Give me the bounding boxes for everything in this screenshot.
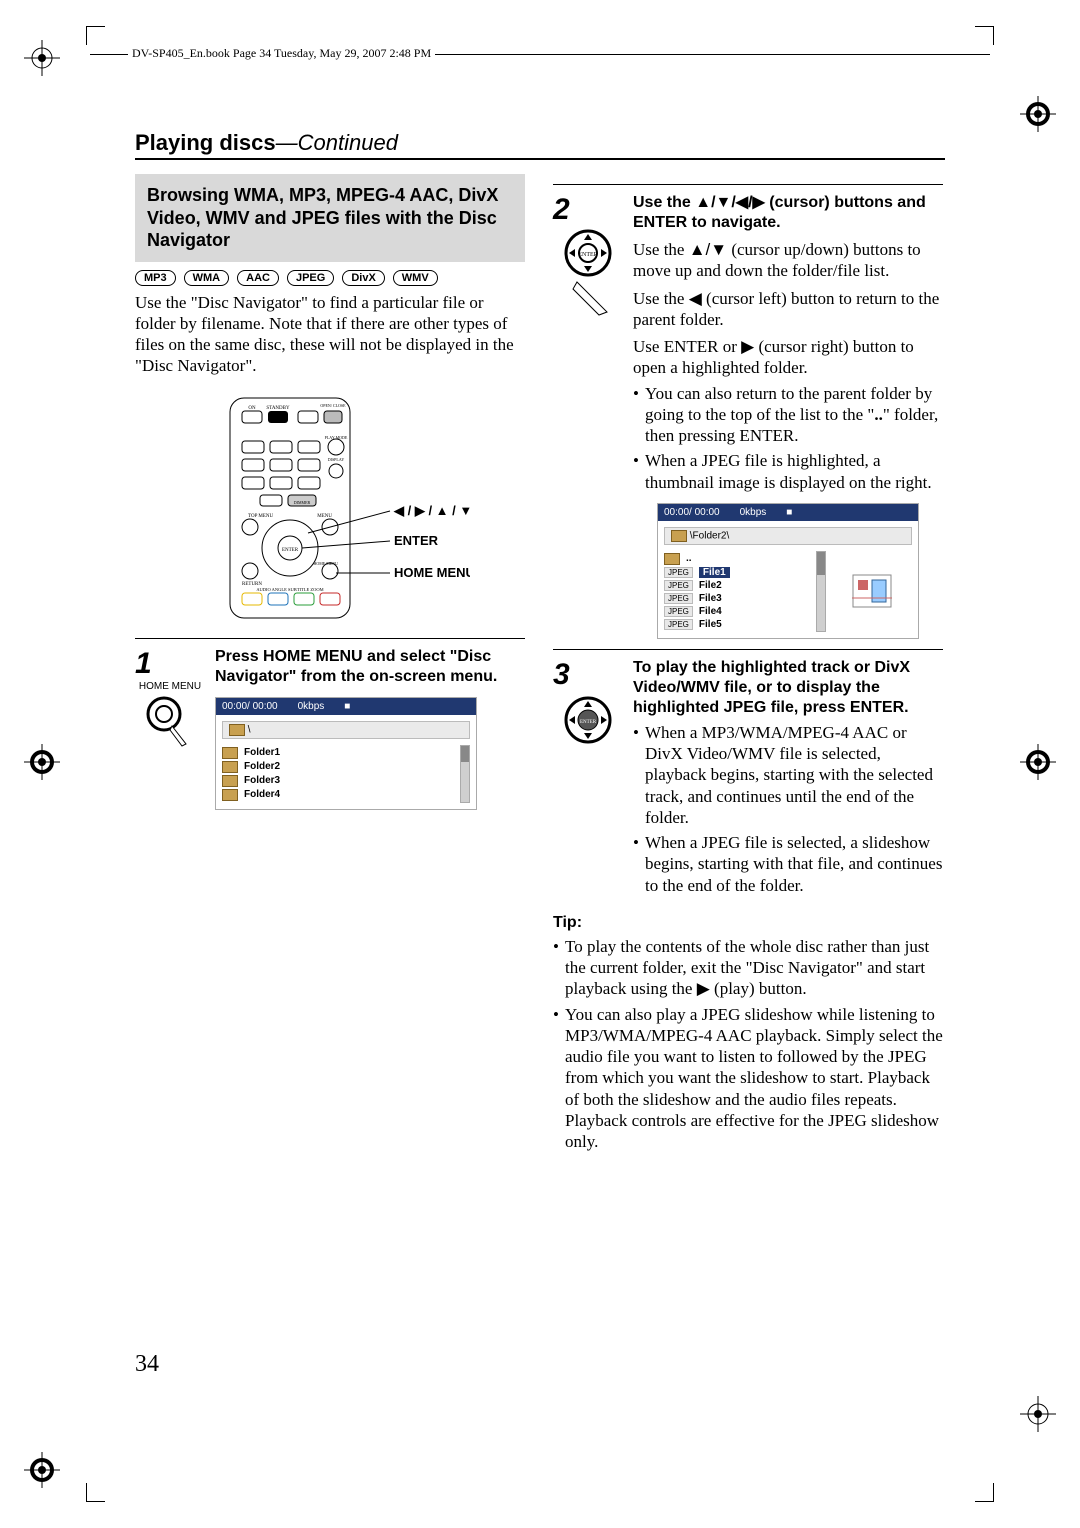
step-2-p3: Use ENTER or ▶ (cursor right) button to … bbox=[633, 336, 943, 379]
panel1-state: ■ bbox=[344, 701, 350, 712]
badge-divx: DivX bbox=[342, 270, 384, 286]
badge-aac: AAC bbox=[237, 270, 279, 286]
panel1-item: Folder1 bbox=[244, 747, 280, 758]
panel2-time: 00:00/ 00:00 bbox=[664, 507, 720, 518]
folder-icon bbox=[222, 747, 238, 759]
panel1-item: Folder4 bbox=[244, 789, 280, 800]
badge-jpeg: JPEG bbox=[287, 270, 334, 286]
step-2-number: 2 bbox=[553, 193, 593, 227]
folder-icon bbox=[222, 775, 238, 787]
intro-paragraph: Use the "Disc Navigator" to find a parti… bbox=[135, 292, 525, 377]
panel2-crumb: \Folder2\ bbox=[690, 530, 729, 541]
folder-icon bbox=[671, 530, 687, 542]
panel1-rate: 0kbps bbox=[298, 701, 325, 712]
step-2-icon: ENTER bbox=[553, 227, 623, 322]
crop-mark bbox=[86, 26, 105, 45]
crop-mark bbox=[975, 1483, 994, 1502]
step-1-heading: Press HOME MENU and select "Disc Navigat… bbox=[215, 647, 525, 687]
label-standby: STANDBY bbox=[266, 406, 290, 411]
step-2-heading: Use the ▲/▼/◀/▶ (cursor) buttons and ENT… bbox=[633, 193, 943, 233]
panel1-item: Folder2 bbox=[244, 761, 280, 772]
registration-mark bbox=[1020, 1396, 1056, 1432]
remote-label-enter: ENTER bbox=[394, 533, 439, 548]
label-bottom-row: AUDIO ANGLE SUBTITLE ZOOM bbox=[256, 587, 323, 592]
step-3-number: 3 bbox=[553, 658, 593, 692]
step-3-bullet-1: When a MP3/WMA/MPEG-4 AAC or DivX Video/… bbox=[633, 722, 943, 828]
panel1-time: 00:00/ 00:00 bbox=[222, 701, 278, 712]
jpeg-tag: JPEG bbox=[664, 606, 693, 617]
badge-wma: WMA bbox=[184, 270, 230, 286]
nav-panel-2: 00:00/ 00:00 0kbps ■ \Folder2\ .. JPEG Fi… bbox=[657, 503, 919, 639]
panel2-item: File3 bbox=[699, 593, 722, 604]
step-2-bullet-1: You can also return to the parent folder… bbox=[633, 383, 943, 447]
panel1-crumb: \ bbox=[248, 724, 251, 735]
label-display: DISPLAY bbox=[328, 457, 345, 462]
remote-label-cursor: ◀ / ▶ / ▲ / ▼ bbox=[393, 503, 470, 518]
section-title: Playing discs—Continued bbox=[135, 130, 945, 156]
scrollbar bbox=[816, 551, 826, 632]
panel2-item: File4 bbox=[699, 606, 722, 617]
header-text: DV-SP405_En.book Page 34 Tuesday, May 29… bbox=[128, 46, 435, 61]
panel2-dots: .. bbox=[686, 553, 692, 564]
registration-mark bbox=[24, 1452, 60, 1488]
folder-icon bbox=[222, 761, 238, 773]
label-enter-ring: ENTER bbox=[282, 548, 299, 553]
crop-mark bbox=[975, 26, 994, 45]
panel1-item: Folder3 bbox=[244, 775, 280, 786]
page-number: 34 bbox=[135, 1351, 159, 1378]
step-2-bullet-2: When a JPEG file is highlighted, a thumb… bbox=[633, 450, 943, 493]
folder-icon bbox=[222, 789, 238, 801]
badge-wmv: WMV bbox=[393, 270, 438, 286]
label-menu: MENU bbox=[317, 514, 332, 519]
label-home-small: HOME MENU bbox=[313, 561, 338, 566]
label-open: OPEN/ CLOSE bbox=[320, 403, 346, 408]
folder-icon bbox=[229, 724, 245, 736]
svg-text:ENTER: ENTER bbox=[580, 720, 597, 725]
step-3-bullet-2: When a JPEG file is selected, a slidesho… bbox=[633, 832, 943, 896]
panel2-item-sel: File1 bbox=[699, 567, 730, 578]
tip-bullet-2: You can also play a JPEG slideshow while… bbox=[553, 1004, 943, 1153]
tip-heading: Tip: bbox=[553, 914, 943, 932]
remote-illustration: ON STANDBY OPEN/ CLOSE PLAY MODE DISPLAY bbox=[135, 393, 525, 628]
jpeg-tag: JPEG bbox=[664, 619, 693, 630]
step-1-number: 1 bbox=[135, 647, 175, 681]
registration-mark bbox=[1020, 96, 1056, 132]
registration-mark bbox=[24, 40, 60, 76]
crop-mark bbox=[86, 1483, 105, 1502]
jpeg-tag: JPEG bbox=[664, 580, 693, 591]
registration-mark bbox=[24, 744, 60, 780]
svg-text:ENTER: ENTER bbox=[578, 252, 597, 258]
step-3-icon: ENTER bbox=[553, 692, 623, 753]
jpeg-tag: JPEG bbox=[664, 593, 693, 604]
step-2-p2: Use the ◀ (cursor left) button to return… bbox=[633, 288, 943, 331]
remote-label-home: HOME MENU bbox=[394, 565, 470, 580]
step-3-heading: To play the highlighted track or DivX Vi… bbox=[633, 658, 943, 718]
scrollbar bbox=[460, 745, 470, 803]
nav-panel-1: 00:00/ 00:00 0kbps ■ \ Folder1 Folder2 F… bbox=[215, 697, 477, 810]
label-on: ON bbox=[248, 406, 256, 411]
jpeg-tag: JPEG bbox=[664, 567, 693, 578]
step-1-icon-label: HOME MENU bbox=[135, 681, 205, 692]
label-dimmer: DIMMER bbox=[294, 500, 311, 505]
panel2-item: File5 bbox=[699, 619, 722, 630]
section-rule bbox=[135, 158, 945, 160]
step-1-icon: HOME MENU bbox=[135, 681, 205, 753]
panel2-rate: 0kbps bbox=[740, 507, 767, 518]
panel2-item: File2 bbox=[699, 580, 722, 591]
label-playmode: PLAY MODE bbox=[325, 435, 348, 440]
step-2-p1: Use the ▲/▼ (cursor up/down) buttons to … bbox=[633, 239, 943, 282]
section-main: Playing discs bbox=[135, 130, 276, 155]
section-cont: —Continued bbox=[276, 130, 398, 155]
thumbnail-preview bbox=[832, 551, 912, 632]
panel2-state: ■ bbox=[786, 507, 792, 518]
subsection-heading: Browsing WMA, MP3, MPEG-4 AAC, DivX Vide… bbox=[135, 174, 525, 262]
registration-mark bbox=[1020, 744, 1056, 780]
format-badges: MP3 WMA AAC JPEG DivX WMV bbox=[135, 268, 525, 286]
label-topmenu: TOP MENU bbox=[248, 514, 274, 519]
badge-mp3: MP3 bbox=[135, 270, 176, 286]
tip-bullet-1: To play the contents of the whole disc r… bbox=[553, 936, 943, 1000]
folder-icon bbox=[664, 553, 680, 565]
